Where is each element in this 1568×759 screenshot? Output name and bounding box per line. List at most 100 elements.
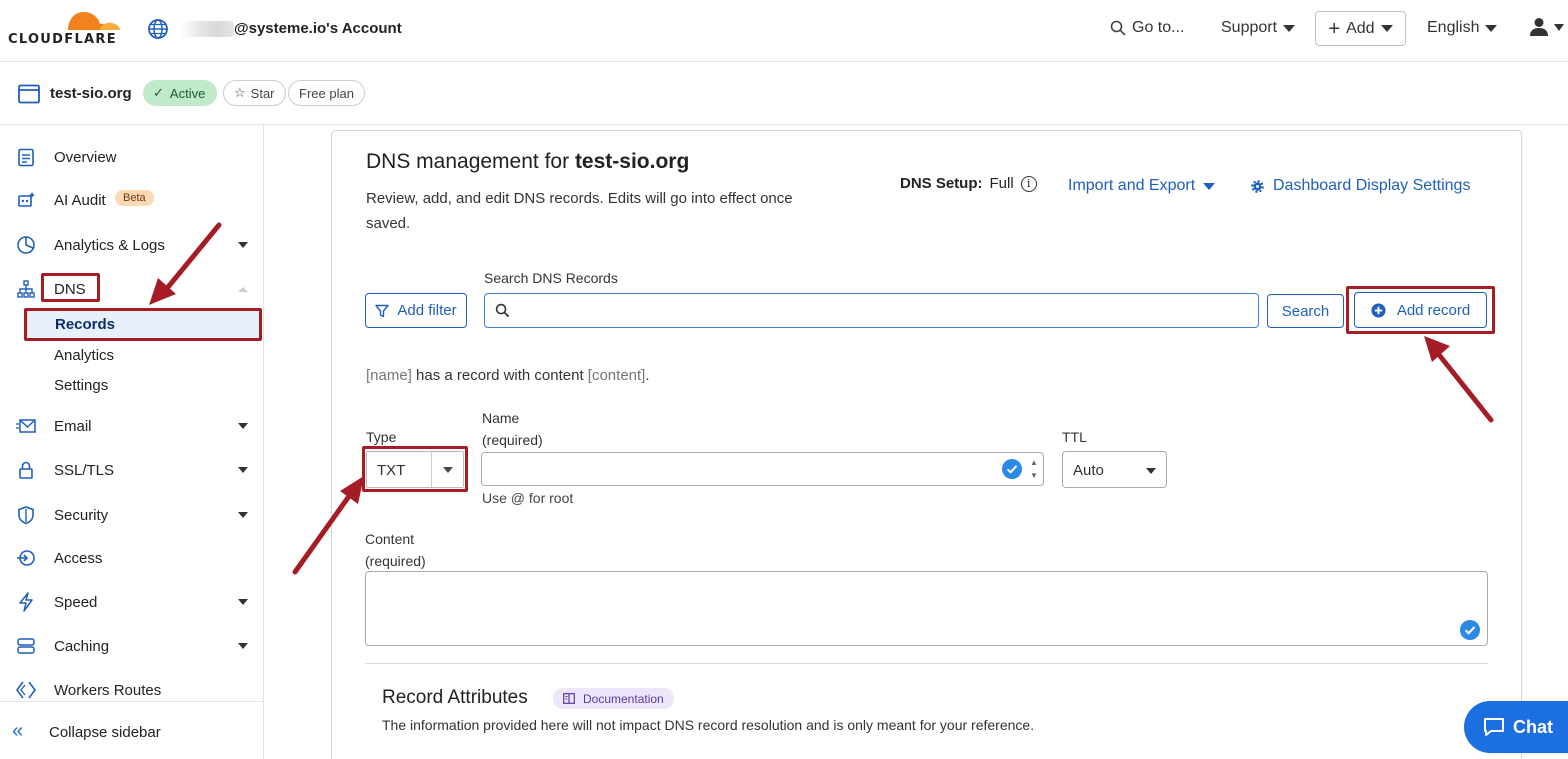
sidebar-item-label: SSL/TLS [54,461,115,479]
user-icon [1530,18,1548,36]
top-navigation: CLOUDFLARE @systeme.io's Account Go to..… [0,0,1568,62]
goto-button[interactable]: Go to... [1110,19,1184,37]
sidebar-subitem-records[interactable]: Records [26,311,260,338]
ttl-select-value: Auto [1073,462,1104,479]
collapse-sidebar-button[interactable]: « Collapse sidebar [0,701,264,759]
chat-bubble-icon [1484,718,1504,736]
lightning-icon [19,592,33,612]
sidebar-item-caching[interactable]: Caching [0,629,264,663]
search-label: Search DNS Records [484,270,618,286]
type-select[interactable]: TXT [366,451,464,488]
title-prefix: DNS management for [366,150,575,173]
hint-end: . [645,367,650,384]
add-label: Add [1346,19,1375,37]
caret-down-icon [1146,468,1156,474]
goto-label: Go to... [1132,19,1185,36]
status-label: Active [169,85,206,101]
sidebar-item-email[interactable]: Email [0,409,264,443]
cloudflare-logo[interactable]: CLOUDFLARE [8,6,124,50]
account-name[interactable]: @systeme.io's Account [234,20,402,37]
star-label: Star [250,85,275,101]
caret-down-icon [238,467,248,473]
caret-down-icon [1203,182,1216,190]
sign-in-icon [17,550,35,566]
caret-down-icon [1380,25,1393,32]
language-menu[interactable]: English [1427,19,1498,37]
search-icon [495,303,510,318]
documentation-label: Documentation [583,691,664,706]
sidebar-item-label: AI Audit [54,191,106,209]
lock-icon [19,461,33,479]
caret-down-icon [238,643,248,649]
sidebar-item-security[interactable]: Security [0,498,264,532]
sidebar-item-analytics-logs[interactable]: Analytics & Logs [0,228,264,262]
filter-icon [375,304,390,317]
record-preview-hint: [name] has a record with content [conten… [366,367,650,384]
sidebar-item-overview[interactable]: Overview [0,140,264,174]
redacted-account-email [180,21,234,37]
plan-label: Free plan [299,85,354,101]
plan-badge[interactable]: Free plan [288,80,365,106]
title-zone: test-sio.org [574,150,690,173]
sidebar-item-label: Workers Routes [54,681,162,699]
name-input[interactable]: ▲ ▼ [481,452,1044,486]
double-chevron-left-icon: « [12,720,24,742]
sidebar-item-dns[interactable]: DNS [0,272,264,306]
add-menu-button[interactable]: + Add [1315,11,1406,46]
sidebar-subitem-analytics[interactable]: Analytics [54,347,114,364]
check-icon: ✓ [153,85,164,100]
check-circle-icon [1460,620,1480,640]
section-divider [365,663,1488,664]
sidebar-item-ai-audit[interactable]: AI Audit Beta [0,183,264,217]
dns-setup-label: DNS Setup: [900,175,983,192]
envelope-icon [16,419,36,433]
caret-down-icon [238,423,248,429]
sidebar-subitem-settings[interactable]: Settings [54,377,108,394]
sidebar-item-label: Security [54,506,109,524]
spinner-arrows-icon[interactable]: ▲ ▼ [1030,456,1038,482]
logo-wordmark: CLOUDFLARE [8,32,117,47]
star-button[interactable]: ☆ Star [223,80,286,106]
import-export-label: Import and Export [1068,177,1196,194]
search-button[interactable]: Search [1267,294,1344,328]
content-label-text: Content [365,531,415,547]
support-menu[interactable]: Support [1221,19,1296,37]
search-dns-input[interactable] [484,293,1259,328]
zone-name[interactable]: test-sio.org [50,85,132,102]
chat-button[interactable]: Chat [1464,701,1568,753]
sidebar-subitem-label: Records [55,316,116,333]
sidebar-item-ssl-tls[interactable]: SSL/TLS [0,453,264,487]
user-menu[interactable] [1530,17,1564,37]
add-filter-button[interactable]: Add filter [365,293,467,328]
ttl-select[interactable]: Auto [1062,451,1167,488]
plus-circle-icon [1371,302,1386,318]
import-export-menu[interactable]: Import and Export [1068,177,1216,195]
zone-bar: test-sio.org ✓ Active ☆ Star Free plan [0,62,1568,125]
add-record-button[interactable]: Add record [1354,292,1487,328]
sidebar-item-speed[interactable]: Speed [0,585,264,619]
sidebar: Overview AI Audit Beta Analytics & Logs … [0,125,264,759]
caret-down-icon [238,242,248,248]
name-help-text: Use @ for root [482,490,574,506]
collapse-sidebar-label: Collapse sidebar [49,724,161,741]
content-label: Content (required) [365,528,426,572]
chevron-up-icon [238,286,248,292]
dashboard-display-settings-link[interactable]: Dashboard Display Settings [1250,177,1470,195]
globe-icon[interactable] [147,18,169,40]
database-icon [17,638,35,654]
name-label: Name (required) [482,407,543,451]
check-circle-icon [1002,459,1022,479]
caret-down-icon [443,467,453,473]
type-select-value: TXT [377,462,406,479]
sidebar-item-label: Overview [54,148,117,166]
sidebar-item-access[interactable]: Access [0,541,264,575]
language-label: English [1427,19,1480,36]
caret-down-icon [1283,24,1296,32]
info-icon[interactable]: i [1020,175,1037,192]
content-textarea[interactable] [365,571,1488,646]
sidebar-item-label: Analytics & Logs [54,236,165,254]
caret-down-icon [1554,23,1564,31]
documentation-link[interactable]: Documentation [553,688,674,709]
type-label: Type [366,429,397,445]
dashboard-settings-label: Dashboard Display Settings [1273,177,1471,194]
